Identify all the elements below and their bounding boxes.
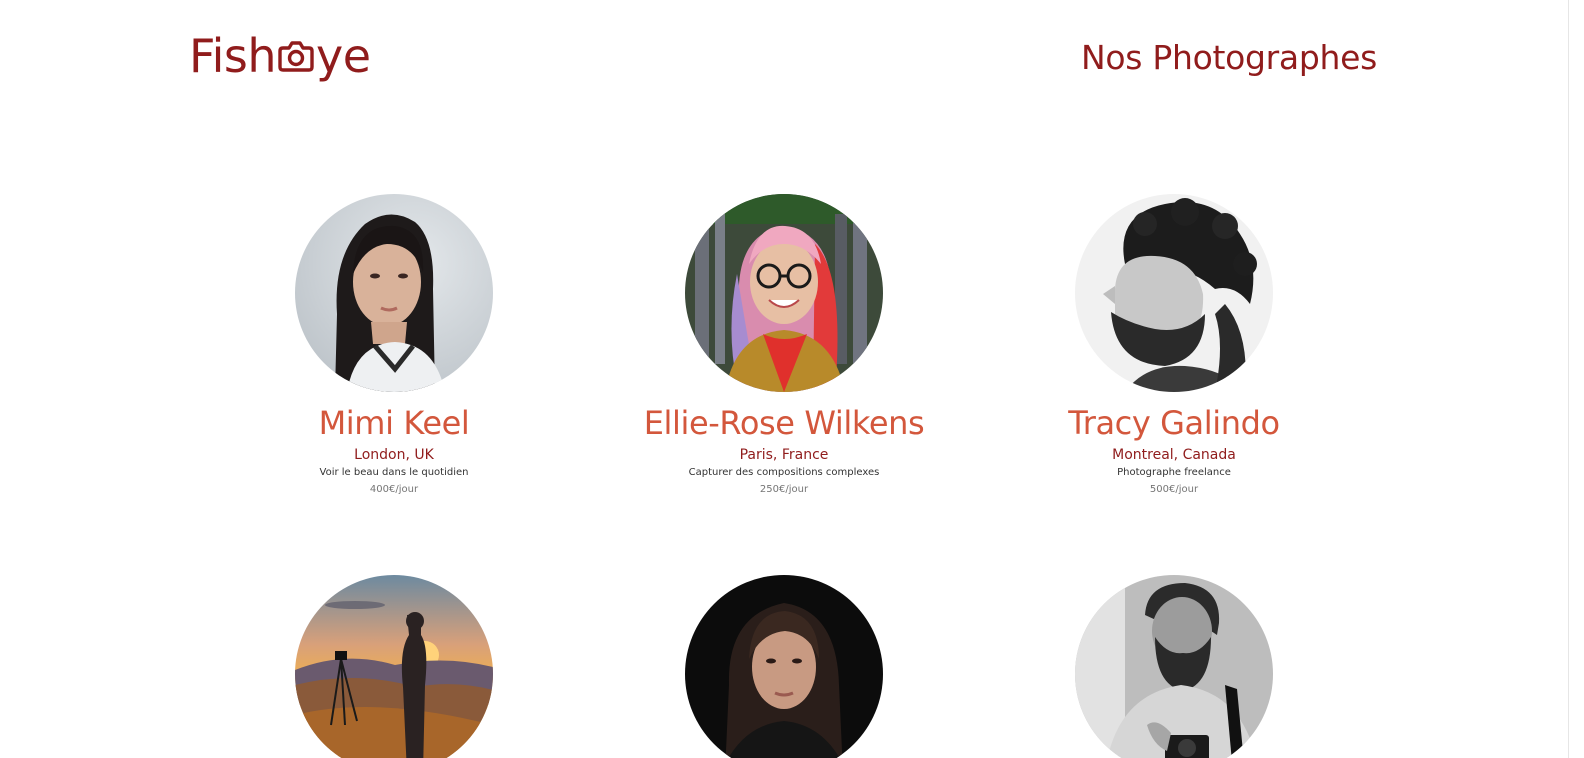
page: Fish ye Nos Photographes Mimi Keel Londo… <box>0 0 1568 758</box>
site-header: Fish ye Nos Photographes <box>0 0 1568 110</box>
woman-dark-background-portrait[interactable] <box>685 575 883 758</box>
photographer-location: London, UK <box>354 447 434 463</box>
woman-glasses-pink-hair-portrait[interactable] <box>685 194 883 392</box>
photographer-name: Ellie-Rose Wilkens <box>643 404 925 442</box>
photographer-location: Montreal, Canada <box>1112 447 1236 463</box>
photographer-card[interactable] <box>979 575 1369 758</box>
photographers-grid: Mimi Keel London, UK Voir le beau dans l… <box>199 194 1369 758</box>
fisheye-logo-link[interactable]: Fish ye <box>189 26 371 86</box>
camera-icon <box>277 36 315 74</box>
photographer-sunset-landscape[interactable] <box>295 575 493 758</box>
page-title: Nos Photographes <box>1081 38 1377 77</box>
photographer-location: Paris, France <box>739 447 829 463</box>
photographer-price: 250€/jour <box>759 484 809 495</box>
woman-long-dark-hair-portrait[interactable] <box>295 194 493 392</box>
photographer-name: Tracy Galindo <box>1068 404 1280 442</box>
photographer-price: 500€/jour <box>1149 484 1199 495</box>
photographer-tagline: Photographe freelance <box>1117 467 1231 478</box>
bearded-man-camera-bw-portrait[interactable] <box>1075 575 1273 758</box>
bearded-man-curly-hair-bw-portrait[interactable] <box>1075 194 1273 392</box>
photographer-card[interactable] <box>589 575 979 758</box>
photographer-tagline: Voir le beau dans le quotidien <box>319 467 469 478</box>
photographer-card[interactable]: Ellie-Rose Wilkens Paris, France Capture… <box>589 194 979 497</box>
photographer-tagline: Capturer des compositions complexes <box>688 467 880 478</box>
page-scrollbar[interactable] <box>1568 0 1584 758</box>
photographer-name: Mimi Keel <box>318 404 470 442</box>
photographer-card[interactable] <box>199 575 589 758</box>
photographer-card[interactable]: Mimi Keel London, UK Voir le beau dans l… <box>199 194 589 497</box>
photographer-card[interactable]: Tracy Galindo Montreal, Canada Photograp… <box>979 194 1369 497</box>
logo-text-right: ye <box>316 29 371 83</box>
logo-text-left: Fish <box>189 29 277 83</box>
photographer-price: 400€/jour <box>369 484 419 495</box>
